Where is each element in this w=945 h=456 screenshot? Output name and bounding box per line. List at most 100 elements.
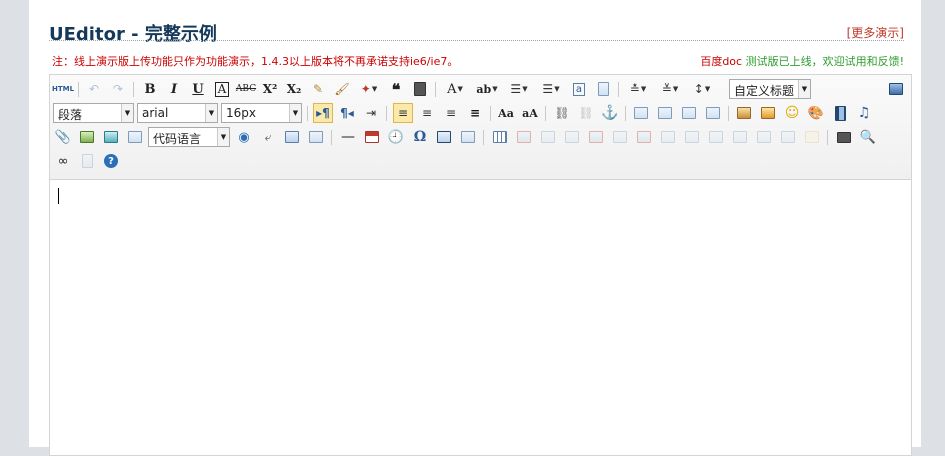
deletetable-button[interactable] [514,127,534,147]
custom-style-select[interactable]: 自定义标题 ▼ [729,79,811,99]
anchor-button[interactable]: ⚓ [600,103,620,123]
underline-button[interactable]: U [188,79,208,99]
font-family-select[interactable]: arial ▼ [137,103,218,123]
pagebreak-button[interactable]: ⤶ [258,127,278,147]
directionality-rtl-button[interactable]: ¶◂ [337,103,357,123]
special-chars-button[interactable]: Ω [410,127,430,147]
text-caret [58,188,59,204]
rowspacingbottom-button[interactable]: ≚ ▼ [656,79,684,99]
removeformat-button[interactable]: ✎ [308,79,328,99]
blockquote-button[interactable]: ❝ [386,79,406,99]
inserttable-button[interactable] [490,127,510,147]
justify-left-button[interactable]: ≡ [393,103,413,123]
font-size-select[interactable]: 16px ▼ [221,103,302,123]
undo-button[interactable]: ↶ [84,79,104,99]
custom-style-value: 自定义标题 [734,84,795,98]
unlink-button[interactable]: ⛓ [576,103,596,123]
mergeright-button[interactable] [682,127,702,147]
strikethrough-button[interactable]: ABC [236,79,256,99]
imagecenter-button[interactable] [703,103,723,123]
imagenone-button[interactable] [631,103,651,123]
cleardoc-button[interactable] [593,79,613,99]
link-button[interactable]: ⛓ [552,103,572,123]
italic-button[interactable]: I [164,79,184,99]
imageleft-button[interactable] [655,103,675,123]
drafts-button[interactable] [77,151,97,171]
insertcol-button[interactable] [610,127,630,147]
attachment-button[interactable]: 📎 [53,127,73,147]
splittorows-button[interactable] [754,127,774,147]
background-button[interactable] [306,127,326,147]
globe-icon: ◉ [238,129,250,145]
toolbar-separator [78,82,79,97]
forecolor-button[interactable]: A ▼ [441,79,469,99]
mergecells-button[interactable] [658,127,678,147]
toolbar-separator [307,106,308,121]
touppercase-button[interactable]: Aa [496,103,516,123]
simpleupload-button[interactable] [734,103,754,123]
autotypeset-button[interactable]: ✦ ▼ [356,79,382,99]
map-button[interactable] [77,127,97,147]
snapscreen-button[interactable] [458,127,478,147]
baidu-doc-link[interactable]: 百度doc [700,55,742,68]
editor-content-area[interactable] [50,180,911,455]
help-button[interactable]: ? [101,151,121,171]
insertparagraphbeforetable-button[interactable] [538,127,558,147]
deleterow-button[interactable] [586,127,606,147]
selectall-button[interactable]: a [569,79,589,99]
insertvideo-button[interactable] [830,103,850,123]
rowspacingtop-button[interactable]: ≛ ▼ [624,79,652,99]
toolbar-separator [827,130,828,145]
webapp-button[interactable]: ◉ [234,127,254,147]
backcolor-button[interactable]: ab ▼ [473,79,501,99]
horizontal-rule-button[interactable]: — [338,127,358,147]
more-demos-link[interactable]: [更多演示] [847,24,904,41]
align-left-icon: ≡ [397,106,409,120]
split-cells-icon [733,131,747,143]
preview-button[interactable]: 🔍 [858,127,878,147]
time-button[interactable]: 🕘 [386,127,406,147]
scrawl-button[interactable]: 🎨 [806,103,826,123]
toolbar-separator [435,82,436,97]
insertrow-button[interactable] [562,127,582,147]
paragraph-select[interactable]: 段落 ▼ [53,103,134,123]
searchreplace-button[interactable]: ∞ [53,151,73,171]
charts-button[interactable] [802,127,822,147]
wordimage-button[interactable] [434,127,454,147]
subscript-button[interactable]: X₂ [284,79,304,99]
insertframe-button[interactable] [125,127,145,147]
source-button[interactable]: HTML [52,79,74,99]
print-button[interactable] [834,127,854,147]
code-language-select[interactable]: 代码语言 ▼ [148,127,230,147]
unorderedlist-button[interactable]: ☰ ▼ [537,79,565,99]
formatmatch-button[interactable]: 🖌 [332,79,352,99]
fullscreen-button[interactable] [886,79,906,99]
directionality-ltr-button[interactable]: ▸¶ [313,103,333,123]
bold-button[interactable]: B [140,79,160,99]
fontborder-button[interactable]: A [212,79,232,99]
gmap-button[interactable] [101,127,121,147]
template-button[interactable] [282,127,302,147]
justify-right-button[interactable]: ≡ [441,103,461,123]
date-button[interactable] [362,127,382,147]
splittocells-button[interactable] [730,127,750,147]
superscript-button[interactable]: X² [260,79,280,99]
splittocols-button[interactable] [778,127,798,147]
orderedlist-button[interactable]: ☰ ▼ [505,79,533,99]
indent-button[interactable]: ⇥ [361,103,381,123]
justify-center-button[interactable]: ≡ [417,103,437,123]
undo-icon: ↶ [88,82,100,96]
deletecol-button[interactable] [634,127,654,147]
insertimage-button[interactable] [758,103,778,123]
music-button[interactable]: ♫ [854,103,874,123]
justify-justify-button[interactable]: ≡ [465,103,485,123]
brush-icon: 🖌 [334,82,350,96]
tolowercase-button[interactable]: aA [520,103,540,123]
pasteplain-button[interactable] [410,79,430,99]
font-size-value: 16px [226,106,256,120]
lineheight-button[interactable]: ↕ ▼ [688,79,716,99]
emotion-button[interactable]: ☺ [782,103,802,123]
imageright-button[interactable] [679,103,699,123]
mergedown-button[interactable] [706,127,726,147]
redo-button[interactable]: ↷ [108,79,128,99]
